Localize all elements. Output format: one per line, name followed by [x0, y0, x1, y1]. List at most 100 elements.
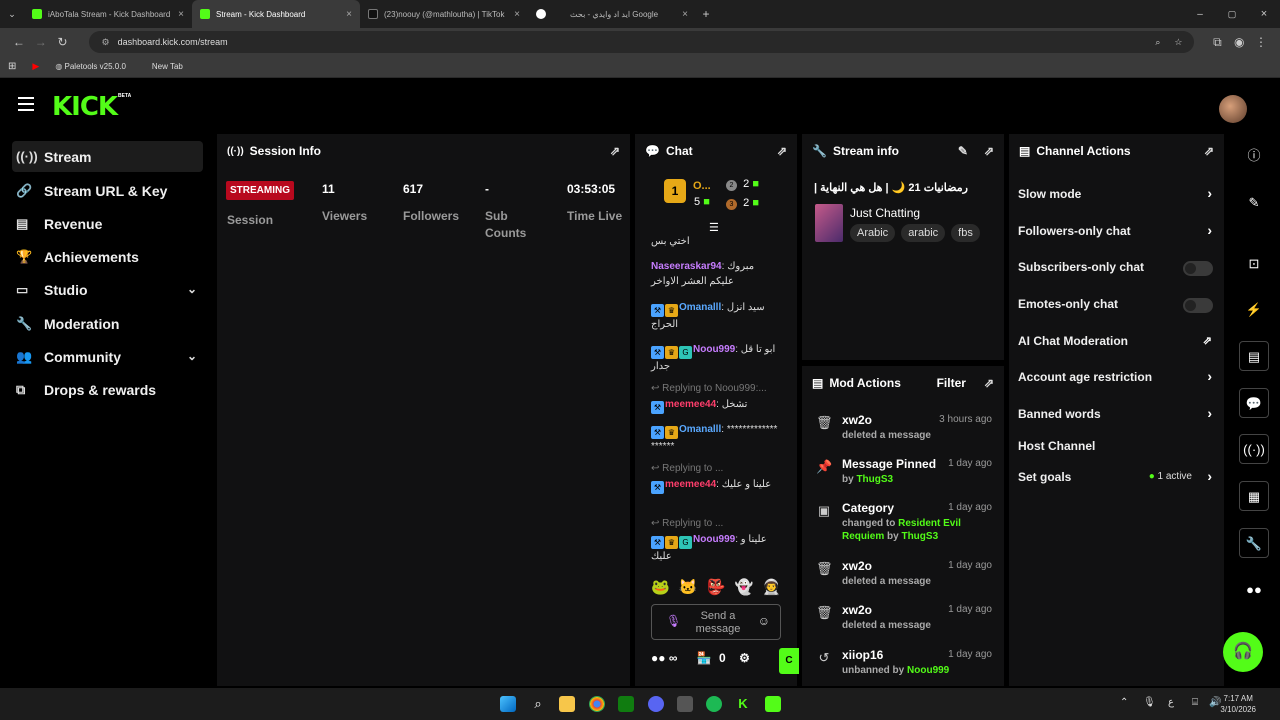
- site-info-icon[interactable]: ⚙: [101, 37, 109, 48]
- popout-icon[interactable]: ⇗: [984, 376, 994, 390]
- popout-icon[interactable]: ⇗: [610, 144, 620, 158]
- set-goals-action[interactable]: Set goals ● 1 active ›: [1018, 468, 1216, 490]
- chevron-down-icon[interactable]: ⌄: [187, 282, 197, 296]
- browser-tab-2[interactable]: Stream - Kick Dashboard ×: [192, 0, 360, 28]
- reply-indicator[interactable]: ↩ Replying to Noou999:...: [651, 383, 767, 394]
- bookmark-star-icon[interactable]: ☆: [1174, 37, 1182, 48]
- cat-emote-icon[interactable]: 🐱: [679, 578, 698, 596]
- bookmark-item[interactable]: ◍ Paletools v25.0.0: [55, 62, 126, 71]
- back-icon[interactable]: ←: [8, 35, 30, 49]
- close-tab-icon[interactable]: ×: [346, 9, 352, 20]
- chat-message-input[interactable]: 🎙 Send a message ☺: [651, 604, 781, 640]
- collapse-leaderboard-icon[interactable]: ☰: [709, 221, 719, 234]
- profile-icon[interactable]: ◉: [1228, 35, 1250, 49]
- maximize-icon[interactable]: ▢: [1216, 9, 1248, 20]
- account-age-action[interactable]: Account age restriction ›: [1018, 368, 1216, 390]
- network-icon[interactable]: ⌸: [1192, 697, 1198, 708]
- close-window-icon[interactable]: ×: [1248, 8, 1280, 20]
- chat-icon[interactable]: 💬: [1239, 388, 1269, 418]
- community-icon[interactable]: ●●: [651, 651, 666, 665]
- settings-gear-icon[interactable]: ⚙: [739, 651, 750, 665]
- emoji-picker-icon[interactable]: ☺: [758, 614, 770, 628]
- bookmark-item[interactable]: New Tab: [152, 62, 183, 71]
- apps-icon[interactable]: ⊞: [8, 61, 16, 72]
- panels-icon[interactable]: ▦: [1239, 481, 1269, 511]
- kick-logo[interactable]: KICK: [52, 92, 118, 122]
- hamburger-menu-icon[interactable]: [18, 97, 34, 111]
- browser-tab-3[interactable]: (23)noouy (@mathloutha) | TikTok ×: [360, 0, 528, 28]
- file-explorer-icon[interactable]: [559, 696, 575, 712]
- spotify-icon[interactable]: [706, 696, 722, 712]
- host-channel-action[interactable]: Host Channel: [1018, 439, 1216, 459]
- chat-username[interactable]: Omanalll: [679, 424, 721, 435]
- subscribers-only-toggle[interactable]: [1183, 261, 1213, 276]
- mod-username[interactable]: Noou999: [907, 665, 949, 676]
- goblin-emote-icon[interactable]: 👺: [707, 578, 726, 596]
- notes-icon[interactable]: ▤: [1239, 341, 1269, 371]
- tray-chevron-icon[interactable]: ⌃: [1120, 697, 1128, 708]
- sidebar-item-stream[interactable]: ((·)) Stream: [12, 141, 203, 172]
- pepe-emote-icon[interactable]: 🐸: [651, 578, 670, 596]
- windows-start-icon[interactable]: [500, 696, 516, 712]
- store-icon[interactable]: 🏪: [697, 651, 712, 665]
- keyboard-language[interactable]: ع: [1168, 697, 1174, 708]
- kick-studio-icon[interactable]: K: [735, 696, 751, 712]
- forward-icon[interactable]: →: [30, 35, 52, 49]
- popout-icon[interactable]: ⇗: [984, 144, 994, 158]
- mod-username[interactable]: ThugS3: [901, 531, 938, 542]
- minimize-icon[interactable]: –: [1184, 9, 1216, 20]
- discord-icon[interactable]: [648, 696, 664, 712]
- chat-username[interactable]: meemee44: [665, 399, 716, 410]
- reply-indicator[interactable]: ↩ Replying to ...: [651, 463, 723, 474]
- category-name[interactable]: Just Chatting: [850, 206, 920, 220]
- chevron-down-icon[interactable]: ⌄: [187, 349, 197, 363]
- zoom-icon[interactable]: ⌕: [1155, 37, 1160, 48]
- sidebar-item-moderation[interactable]: 🔧 Moderation: [12, 308, 203, 339]
- tag-chip[interactable]: fbs: [951, 224, 980, 242]
- user-avatar[interactable]: [1219, 95, 1247, 123]
- chat-username[interactable]: Noou999: [693, 344, 735, 355]
- popout-icon[interactable]: ⇗: [777, 144, 787, 158]
- lightning-icon[interactable]: ⚡: [1239, 295, 1269, 325]
- filter-button[interactable]: Filter: [937, 376, 966, 390]
- search-icon[interactable]: ⌕: [530, 696, 546, 712]
- tag-chip[interactable]: arabic: [901, 224, 946, 242]
- url-field[interactable]: ⚙ dashboard.kick.com/stream ⌕ ☆: [89, 31, 1195, 53]
- edit-pencil-icon[interactable]: ✎: [958, 144, 968, 158]
- close-tab-icon[interactable]: ×: [682, 9, 688, 20]
- reload-icon[interactable]: ↻: [52, 35, 74, 49]
- tab-search-icon[interactable]: ⌄: [0, 9, 24, 20]
- sidebar-item-revenue[interactable]: ▤ Revenue: [12, 208, 203, 239]
- ai-moderation-action[interactable]: AI Chat Moderation ⇗: [1018, 334, 1216, 354]
- chat-username[interactable]: Noou999: [693, 534, 735, 545]
- reply-indicator[interactable]: ↩ Replying to ...: [651, 518, 723, 529]
- infinity-icon[interactable]: ∞: [669, 651, 678, 665]
- sidebar-item-community[interactable]: 👥 Community ⌄: [12, 341, 203, 372]
- microphone-icon[interactable]: 🎙: [1143, 697, 1156, 708]
- emotes-only-toggle[interactable]: [1183, 298, 1213, 313]
- popout-icon[interactable]: ⇗: [1204, 144, 1214, 158]
- browser-tab-4[interactable]: ايد اد وايدي - بحث Google ×: [528, 0, 696, 28]
- info-icon[interactable]: ⓘ: [1239, 141, 1269, 171]
- chrome-icon[interactable]: [589, 696, 605, 712]
- followers-only-action[interactable]: Followers-only chat ›: [1018, 222, 1216, 244]
- chat-username[interactable]: Omanalll: [679, 302, 721, 313]
- camera-icon[interactable]: ⊡: [1239, 249, 1269, 279]
- sidebar-item-stream-url[interactable]: 🔗 Stream URL & Key: [12, 175, 203, 206]
- youtube-icon[interactable]: ▶: [32, 61, 39, 72]
- sidebar-item-drops[interactable]: ⧉ Drops & rewards: [12, 374, 203, 405]
- broadcast-icon[interactable]: ((·)): [1239, 434, 1269, 464]
- sidebar-item-achievements[interactable]: 🏆 Achievements: [12, 241, 203, 272]
- sidebar-item-studio[interactable]: ▭ Studio ⌄: [12, 274, 203, 305]
- close-tab-icon[interactable]: ×: [178, 9, 184, 20]
- kick-icon[interactable]: [765, 696, 781, 712]
- menu-icon[interactable]: ⋮: [1250, 35, 1272, 49]
- tag-chip[interactable]: Arabic: [850, 224, 896, 242]
- microphone-icon[interactable]: 🎙: [666, 614, 681, 628]
- community-icon[interactable]: ●●: [1239, 575, 1269, 605]
- slow-mode-action[interactable]: Slow mode ›: [1018, 185, 1216, 207]
- edit-pencil-icon[interactable]: ✎: [1239, 188, 1269, 218]
- browser-tab-1[interactable]: iAboTala Stream - Kick Dashboard ×: [24, 0, 192, 28]
- taskbar-clock[interactable]: 7:17 AM 3/10/2026: [1220, 693, 1256, 715]
- app-icon[interactable]: [677, 696, 693, 712]
